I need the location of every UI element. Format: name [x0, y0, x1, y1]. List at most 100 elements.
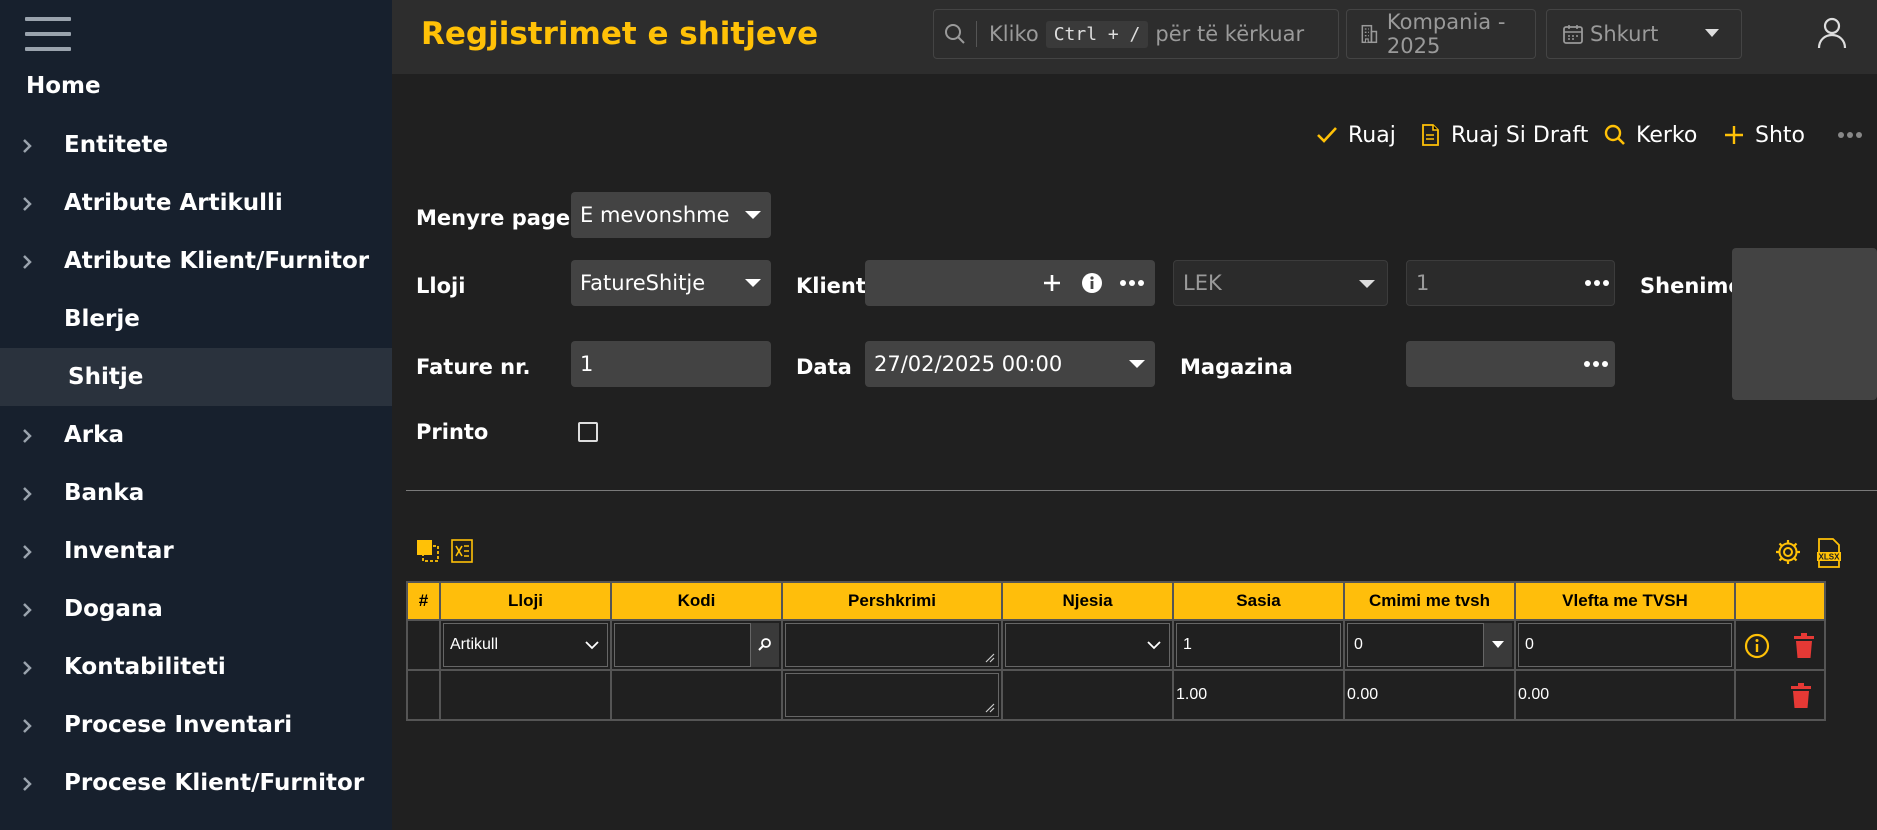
- sidebar-item-label: Arka: [64, 422, 124, 448]
- value-input[interactable]: 0: [1518, 623, 1732, 667]
- lines-table: # Lloji Kodi Pershkrimi Njesia Sasia Cmi…: [406, 581, 1826, 721]
- more-icon[interactable]: [1584, 361, 1608, 367]
- excel-import-icon[interactable]: [450, 538, 474, 564]
- global-search[interactable]: Kliko Ctrl + / për të kërkuar: [933, 9, 1339, 59]
- chevron-right-icon: [18, 599, 36, 617]
- sidebar-home[interactable]: Home: [26, 73, 101, 99]
- menu-icon[interactable]: [25, 17, 71, 53]
- print-checkbox[interactable]: [578, 422, 598, 442]
- actions-cell: [1734, 669, 1826, 721]
- sidebar-item-kontabiliteti[interactable]: Kontabiliteti: [0, 638, 392, 696]
- description-textarea[interactable]: [785, 623, 999, 667]
- add-button[interactable]: Shto: [1722, 117, 1805, 153]
- action-toolbar: Ruaj Ruaj Si Draft Kerko Shto: [392, 117, 1877, 153]
- more-icon[interactable]: [1838, 132, 1862, 138]
- date-label: Data: [796, 355, 852, 379]
- more-icon[interactable]: [1120, 280, 1144, 286]
- chevron-down-icon: [1147, 641, 1161, 650]
- quantity-input[interactable]: 1: [1176, 623, 1341, 667]
- resize-handle-icon[interactable]: [985, 653, 995, 663]
- client-field[interactable]: [865, 260, 1155, 306]
- sidebar-item-procese-klient[interactable]: Procese Klient/Furnitor: [0, 754, 392, 812]
- chevron-right-icon: [18, 541, 36, 559]
- sidebar-item-label: Atribute Klient/Furnitor: [64, 248, 370, 274]
- line-type-select[interactable]: Artikull: [443, 623, 608, 667]
- description-cell[interactable]: [781, 619, 1003, 671]
- save-draft-button[interactable]: Ruaj Si Draft: [1418, 117, 1588, 153]
- code-cell[interactable]: [610, 619, 783, 671]
- trash-icon[interactable]: [1790, 683, 1812, 709]
- quantity-cell[interactable]: 1: [1172, 619, 1345, 671]
- actions-cell: [1734, 619, 1826, 671]
- search-icon: [1604, 124, 1625, 145]
- sidebar-item-banka[interactable]: Banka: [0, 464, 392, 522]
- sidebar-item-blerje[interactable]: Blerje: [0, 290, 392, 348]
- row-number-cell: [406, 669, 441, 721]
- more-icon[interactable]: [1585, 280, 1609, 286]
- warehouse-field[interactable]: [1406, 341, 1615, 387]
- sidebar-item-atribute-artikulli[interactable]: Atribute Artikulli: [0, 174, 392, 232]
- info-icon[interactable]: [1744, 633, 1770, 659]
- trash-icon[interactable]: [1793, 633, 1815, 659]
- user-icon[interactable]: [1816, 16, 1848, 50]
- save-button[interactable]: Ruaj: [1315, 117, 1396, 153]
- sidebar-item-dogana[interactable]: Dogana: [0, 580, 392, 638]
- sidebar-item-entitete[interactable]: Entitete: [0, 116, 392, 174]
- chevron-right-icon: [18, 657, 36, 675]
- sidebar-item-label: Shitje: [68, 364, 144, 390]
- payment-select[interactable]: E mevonshme: [571, 192, 771, 238]
- date-value: 27/02/2025 00:00: [874, 352, 1063, 376]
- gear-icon[interactable]: [1774, 538, 1802, 566]
- resize-handle-icon[interactable]: [985, 703, 995, 713]
- info-icon[interactable]: [1081, 272, 1103, 294]
- chevron-right-icon: [18, 425, 36, 443]
- unit-select[interactable]: [1005, 623, 1170, 667]
- copy-rows-icon[interactable]: [416, 538, 440, 564]
- sidebar-item-shitje[interactable]: Shitje: [0, 348, 392, 406]
- main-content: Regjistrimet e shitjeve Kliko Ctrl + / p…: [392, 0, 1877, 830]
- description-cell[interactable]: [781, 669, 1003, 721]
- sidebar-item-inventar[interactable]: Inventar: [0, 522, 392, 580]
- sidebar-item-label: Procese Inventari: [64, 712, 293, 738]
- invoice-label: Fature nr.: [416, 355, 531, 379]
- type-cell[interactable]: Artikull: [439, 619, 612, 671]
- description-textarea[interactable]: [785, 673, 999, 717]
- price-dropdown-button[interactable]: [1484, 623, 1512, 667]
- price-cell: 0.00: [1343, 669, 1516, 721]
- currency-select[interactable]: LEK: [1173, 260, 1388, 306]
- company-selector[interactable]: Kompania - 2025: [1346, 9, 1536, 59]
- calendar-icon: [1563, 25, 1583, 44]
- sidebar-item-atribute-klient[interactable]: Atribute Klient/Furnitor: [0, 232, 392, 290]
- price-value: 0: [1354, 636, 1363, 653]
- sidebar-item-arka[interactable]: Arka: [0, 406, 392, 464]
- price-input[interactable]: 0: [1347, 623, 1484, 667]
- search-button[interactable]: Kerko: [1603, 117, 1697, 153]
- quantity-value: 1: [1183, 636, 1192, 653]
- invoice-number-input[interactable]: 1: [571, 341, 771, 387]
- unit-cell[interactable]: [1001, 619, 1174, 671]
- price-cell[interactable]: 0: [1343, 619, 1516, 671]
- date-picker[interactable]: 27/02/2025 00:00: [865, 341, 1155, 387]
- notes-textarea[interactable]: [1732, 248, 1877, 400]
- chevron-down-icon: [1359, 280, 1375, 288]
- column-header: [1734, 581, 1826, 621]
- table-row: 1.00 0.00 0.00: [406, 669, 1826, 721]
- period-dropdown[interactable]: Shkurt: [1546, 9, 1742, 59]
- sidebar-item-label: Dogana: [64, 596, 163, 622]
- chevron-right-icon: [18, 135, 36, 153]
- value-total: 0.00: [1518, 686, 1550, 703]
- sidebar-item-label: Blerje: [64, 306, 140, 332]
- search-icon: [758, 638, 771, 651]
- value-cell[interactable]: 0: [1514, 619, 1736, 671]
- code-input[interactable]: [614, 623, 751, 667]
- column-header: Cmimi me tvsh: [1343, 581, 1516, 621]
- sidebar-item-procese-inventari[interactable]: Procese Inventari: [0, 696, 392, 754]
- exchange-rate-field[interactable]: 1: [1406, 260, 1615, 306]
- plus-icon[interactable]: [1041, 272, 1063, 294]
- code-lookup-button[interactable]: [751, 623, 779, 667]
- search-icon: [945, 24, 965, 44]
- type-select[interactable]: FatureShitje: [571, 260, 771, 306]
- column-header: Sasia: [1172, 581, 1345, 621]
- sidebar-item-label: Entitete: [64, 132, 169, 158]
- xlsx-export-icon[interactable]: XLSX: [1816, 538, 1842, 568]
